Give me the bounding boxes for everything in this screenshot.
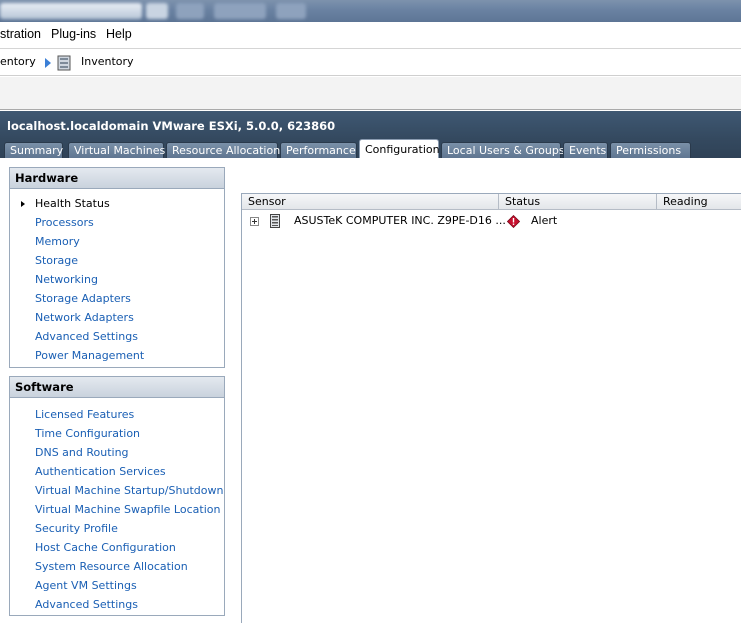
sw-advanced-settings[interactable]: Advanced Settings [10,595,224,614]
blurred-tab [276,3,306,19]
sw-vm-startup-shutdown[interactable]: Virtual Machine Startup/Shutdown [10,481,224,500]
menu-help[interactable]: Help [106,27,132,41]
hw-power-management[interactable]: Power Management [10,346,224,365]
software-panel-title: Software [10,377,224,398]
breadcrumb-prev[interactable]: entory [0,55,36,68]
sw-security-profile[interactable]: Security Profile [10,519,224,538]
tab-performance[interactable]: Performance [280,142,357,158]
tab-events[interactable]: Events [563,142,608,158]
hw-networking[interactable]: Networking [10,270,224,289]
blurred-tab [176,3,204,19]
sw-dns-routing[interactable]: DNS and Routing [10,443,224,462]
hw-advanced-settings[interactable]: Advanced Settings [10,327,224,346]
sw-system-resource-allocation[interactable]: System Resource Allocation [10,557,224,576]
blurred-tab [214,3,266,19]
hw-health-status[interactable]: Health Status [10,194,224,213]
expand-icon[interactable] [250,217,259,226]
column-sensor[interactable]: Sensor [242,194,499,210]
configuration-content: Hardware Health Status Processors Memory… [0,158,741,623]
hw-storage-adapters[interactable]: Storage Adapters [10,289,224,308]
table-row[interactable]: ASUSTeK COMPUTER INC. Z9PE-D16 ... Alert [242,211,741,231]
tab-local-users-groups[interactable]: Local Users & Groups [441,142,565,158]
blurred-tab [0,3,142,19]
sensor-status: Alert [531,214,558,227]
software-panel: Software Licensed Features Time Configur… [9,376,225,616]
hw-processors[interactable]: Processors [10,213,224,232]
tab-resource-allocation[interactable]: Resource Allocation [166,142,280,158]
host-title: localhost.localdomain VMware ESXi, 5.0.0… [7,119,336,133]
breadcrumb: entory Inventory [0,50,741,76]
sw-agent-vm-settings[interactable]: Agent VM Settings [10,576,224,595]
sensor-table-header: Sensor Status Reading [242,194,741,210]
tab-summary[interactable]: Summary [4,142,63,158]
tab-configuration[interactable]: Configuration [359,139,440,159]
menu-bar: stration Plug-ins Help [0,22,741,49]
hardware-panel-title: Hardware [10,168,224,189]
column-reading[interactable]: Reading [657,194,741,210]
hardware-sensor-icon [270,214,280,228]
column-status[interactable]: Status [499,194,657,210]
blurred-tab [146,3,168,19]
host-header: localhost.localdomain VMware ESXi, 5.0.0… [0,111,741,159]
menu-administration[interactable]: stration [0,27,41,41]
sensor-table: Sensor Status Reading ASUSTeK COMPUTER I… [241,193,741,623]
hw-memory[interactable]: Memory [10,232,224,251]
selected-arrow-icon [21,201,25,207]
tab-virtual-machines[interactable]: Virtual Machines [68,142,165,158]
breadcrumb-current[interactable]: Inventory [81,55,134,68]
hardware-panel: Hardware Health Status Processors Memory… [9,167,225,368]
sw-licensed-features[interactable]: Licensed Features [10,405,224,424]
alert-icon [507,215,520,228]
breadcrumb-arrow-icon[interactable] [45,58,51,68]
tab-permissions[interactable]: Permissions [610,142,691,158]
menu-plug-ins[interactable]: Plug-ins [51,27,96,41]
inventory-icon [57,55,71,71]
sw-vm-swapfile-location[interactable]: Virtual Machine Swapfile Location [10,500,224,519]
hw-network-adapters[interactable]: Network Adapters [10,308,224,327]
toolbar [0,77,741,110]
sensor-name: ASUSTeK COMPUTER INC. Z9PE-D16 ... [294,214,506,227]
window-titlebar [0,0,741,22]
sw-time-configuration[interactable]: Time Configuration [10,424,224,443]
hw-storage[interactable]: Storage [10,251,224,270]
sw-host-cache-configuration[interactable]: Host Cache Configuration [10,538,224,557]
sw-authentication-services[interactable]: Authentication Services [10,462,224,481]
